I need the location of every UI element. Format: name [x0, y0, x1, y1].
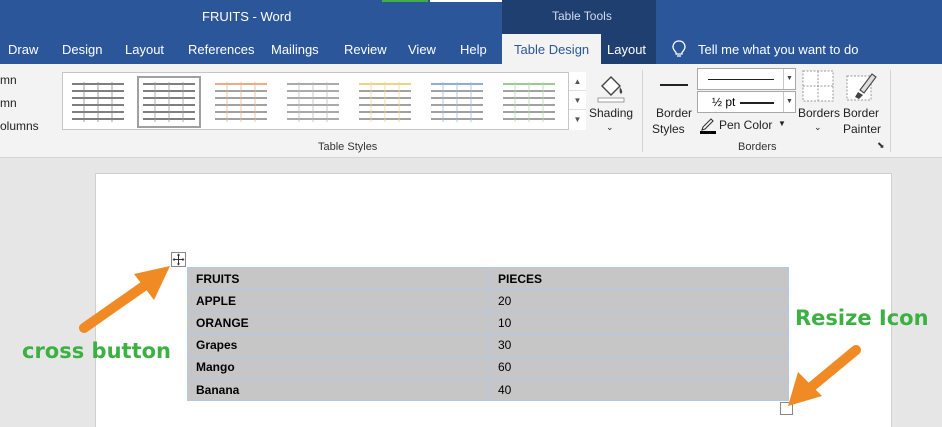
fruits-table[interactable]: FRUITS PIECES APPLE 20 ORANGE 10 Grapes … [187, 266, 789, 402]
table-styles-group-label: Table Styles [318, 141, 378, 153]
borders-dropdown-icon[interactable]: ⌄ [814, 122, 822, 133]
accent-strip [382, 0, 428, 2]
table-row[interactable]: APPLE 20 [187, 289, 789, 313]
tab-references[interactable]: References [188, 42, 254, 57]
lightbulb-icon [672, 40, 686, 57]
table-style-thumb-3[interactable] [213, 80, 269, 124]
table-row[interactable]: ORANGE 10 [187, 311, 789, 335]
table-cell[interactable]: FRUITS [187, 266, 490, 291]
table-style-thumb-2[interactable] [137, 76, 201, 128]
borders-button[interactable]: Borders [798, 106, 840, 120]
border-painter-button[interactable]: Border [843, 106, 879, 120]
line-style-preview [708, 79, 774, 80]
ribbon-tab-bar: Draw Design Layout References Mailings R… [0, 34, 942, 64]
border-painter-button-line2[interactable]: Painter [843, 122, 881, 136]
gallery-scroll: ▲ ▼ ▼ [568, 72, 586, 130]
table-cell[interactable]: 30 [489, 333, 789, 357]
table-cell[interactable]: 40 [489, 377, 789, 402]
ribbon-partial-label-2[interactable]: mn [0, 96, 17, 110]
table-style-thumb-1[interactable] [70, 80, 126, 124]
table-row[interactable]: FRUITS PIECES [187, 266, 789, 291]
gallery-down-button[interactable]: ▼ [569, 91, 586, 110]
border-painter-icon[interactable] [846, 70, 878, 102]
ribbon: mn mn olumns ▲ ▼ ▼ Table Styles Shading … [0, 64, 942, 158]
borders-icon[interactable] [802, 70, 834, 102]
table-tools-label: Table Tools [552, 9, 612, 23]
table-style-thumb-6[interactable] [429, 80, 485, 124]
line-weight-value: ½ pt [712, 95, 736, 109]
table-cell[interactable]: Grapes [187, 333, 490, 357]
pen-color-dropdown-icon[interactable]: ▼ [778, 119, 786, 128]
chevron-down-icon: ▼ [783, 69, 795, 89]
tab-design[interactable]: Design [62, 42, 102, 57]
border-styles-button-line2[interactable]: Styles [652, 122, 685, 136]
tab-draw[interactable]: Draw [8, 42, 38, 57]
table-cell[interactable]: 10 [489, 311, 789, 335]
group-separator [642, 70, 643, 152]
table-cell[interactable]: APPLE [187, 289, 490, 313]
title-bar: FRUITS - Word Table Tools [0, 0, 942, 34]
border-style-line-icon [660, 84, 688, 86]
table-cell[interactable]: ORANGE [187, 311, 490, 335]
table-cell[interactable]: 20 [489, 289, 789, 313]
resize-icon-annotation: Resize Icon [795, 306, 929, 330]
table-cell[interactable]: Banana [187, 377, 490, 402]
tab-view[interactable]: View [408, 42, 436, 57]
arrow-to-cross-icon [79, 266, 170, 333]
table-style-thumb-5[interactable] [357, 80, 413, 124]
shading-button[interactable]: Shading [589, 106, 633, 120]
tab-mailings[interactable]: Mailings [271, 42, 319, 57]
ribbon-partial-label-1[interactable]: mn [0, 73, 17, 87]
tab-review[interactable]: Review [344, 42, 387, 57]
table-row[interactable]: Mango 60 [187, 355, 789, 379]
table-cell[interactable]: 60 [489, 355, 789, 379]
table-row[interactable]: Grapes 30 [187, 333, 789, 357]
borders-group-label: Borders [738, 141, 777, 153]
chevron-down-icon: ▼ [783, 92, 795, 112]
gallery-more-button[interactable]: ▼ [569, 110, 586, 129]
group-separator [890, 70, 891, 152]
table-style-thumb-4[interactable] [285, 80, 341, 124]
table-style-thumb-7[interactable] [501, 80, 557, 124]
shading-dropdown-icon[interactable]: ⌄ [606, 122, 614, 133]
tab-table-design[interactable]: Table Design [502, 34, 602, 64]
line-weight-dropdown[interactable]: ½ pt ▼ [697, 91, 796, 113]
border-styles-button[interactable]: Border [656, 106, 692, 120]
cross-button-annotation: cross button [22, 339, 171, 363]
tab-help[interactable]: Help [460, 42, 487, 57]
table-cell[interactable]: Mango [187, 355, 490, 379]
dialog-launcher-icon[interactable]: ⬊ [877, 140, 885, 151]
line-style-dropdown[interactable]: ▼ [697, 68, 796, 90]
pen-color-button[interactable]: Pen Color [719, 118, 772, 132]
tab-layout[interactable]: Layout [125, 42, 164, 57]
arrow-to-resize-icon [788, 345, 861, 406]
gallery-up-button[interactable]: ▲ [569, 72, 586, 91]
table-cell[interactable]: PIECES [489, 266, 789, 291]
window-title: FRUITS - Word [202, 9, 292, 24]
line-weight-preview [740, 102, 774, 104]
table-row[interactable]: Banana 40 [187, 377, 789, 402]
pen-color-icon[interactable] [700, 116, 716, 134]
ribbon-partial-label-3[interactable]: olumns [0, 119, 39, 133]
tab-table-layout[interactable]: Layout [607, 42, 646, 57]
paint-bucket-icon[interactable] [594, 70, 628, 104]
table-styles-gallery [62, 72, 586, 130]
accent-strip-light [430, 0, 502, 2]
tell-me-search[interactable]: Tell me what you want to do [698, 42, 858, 57]
